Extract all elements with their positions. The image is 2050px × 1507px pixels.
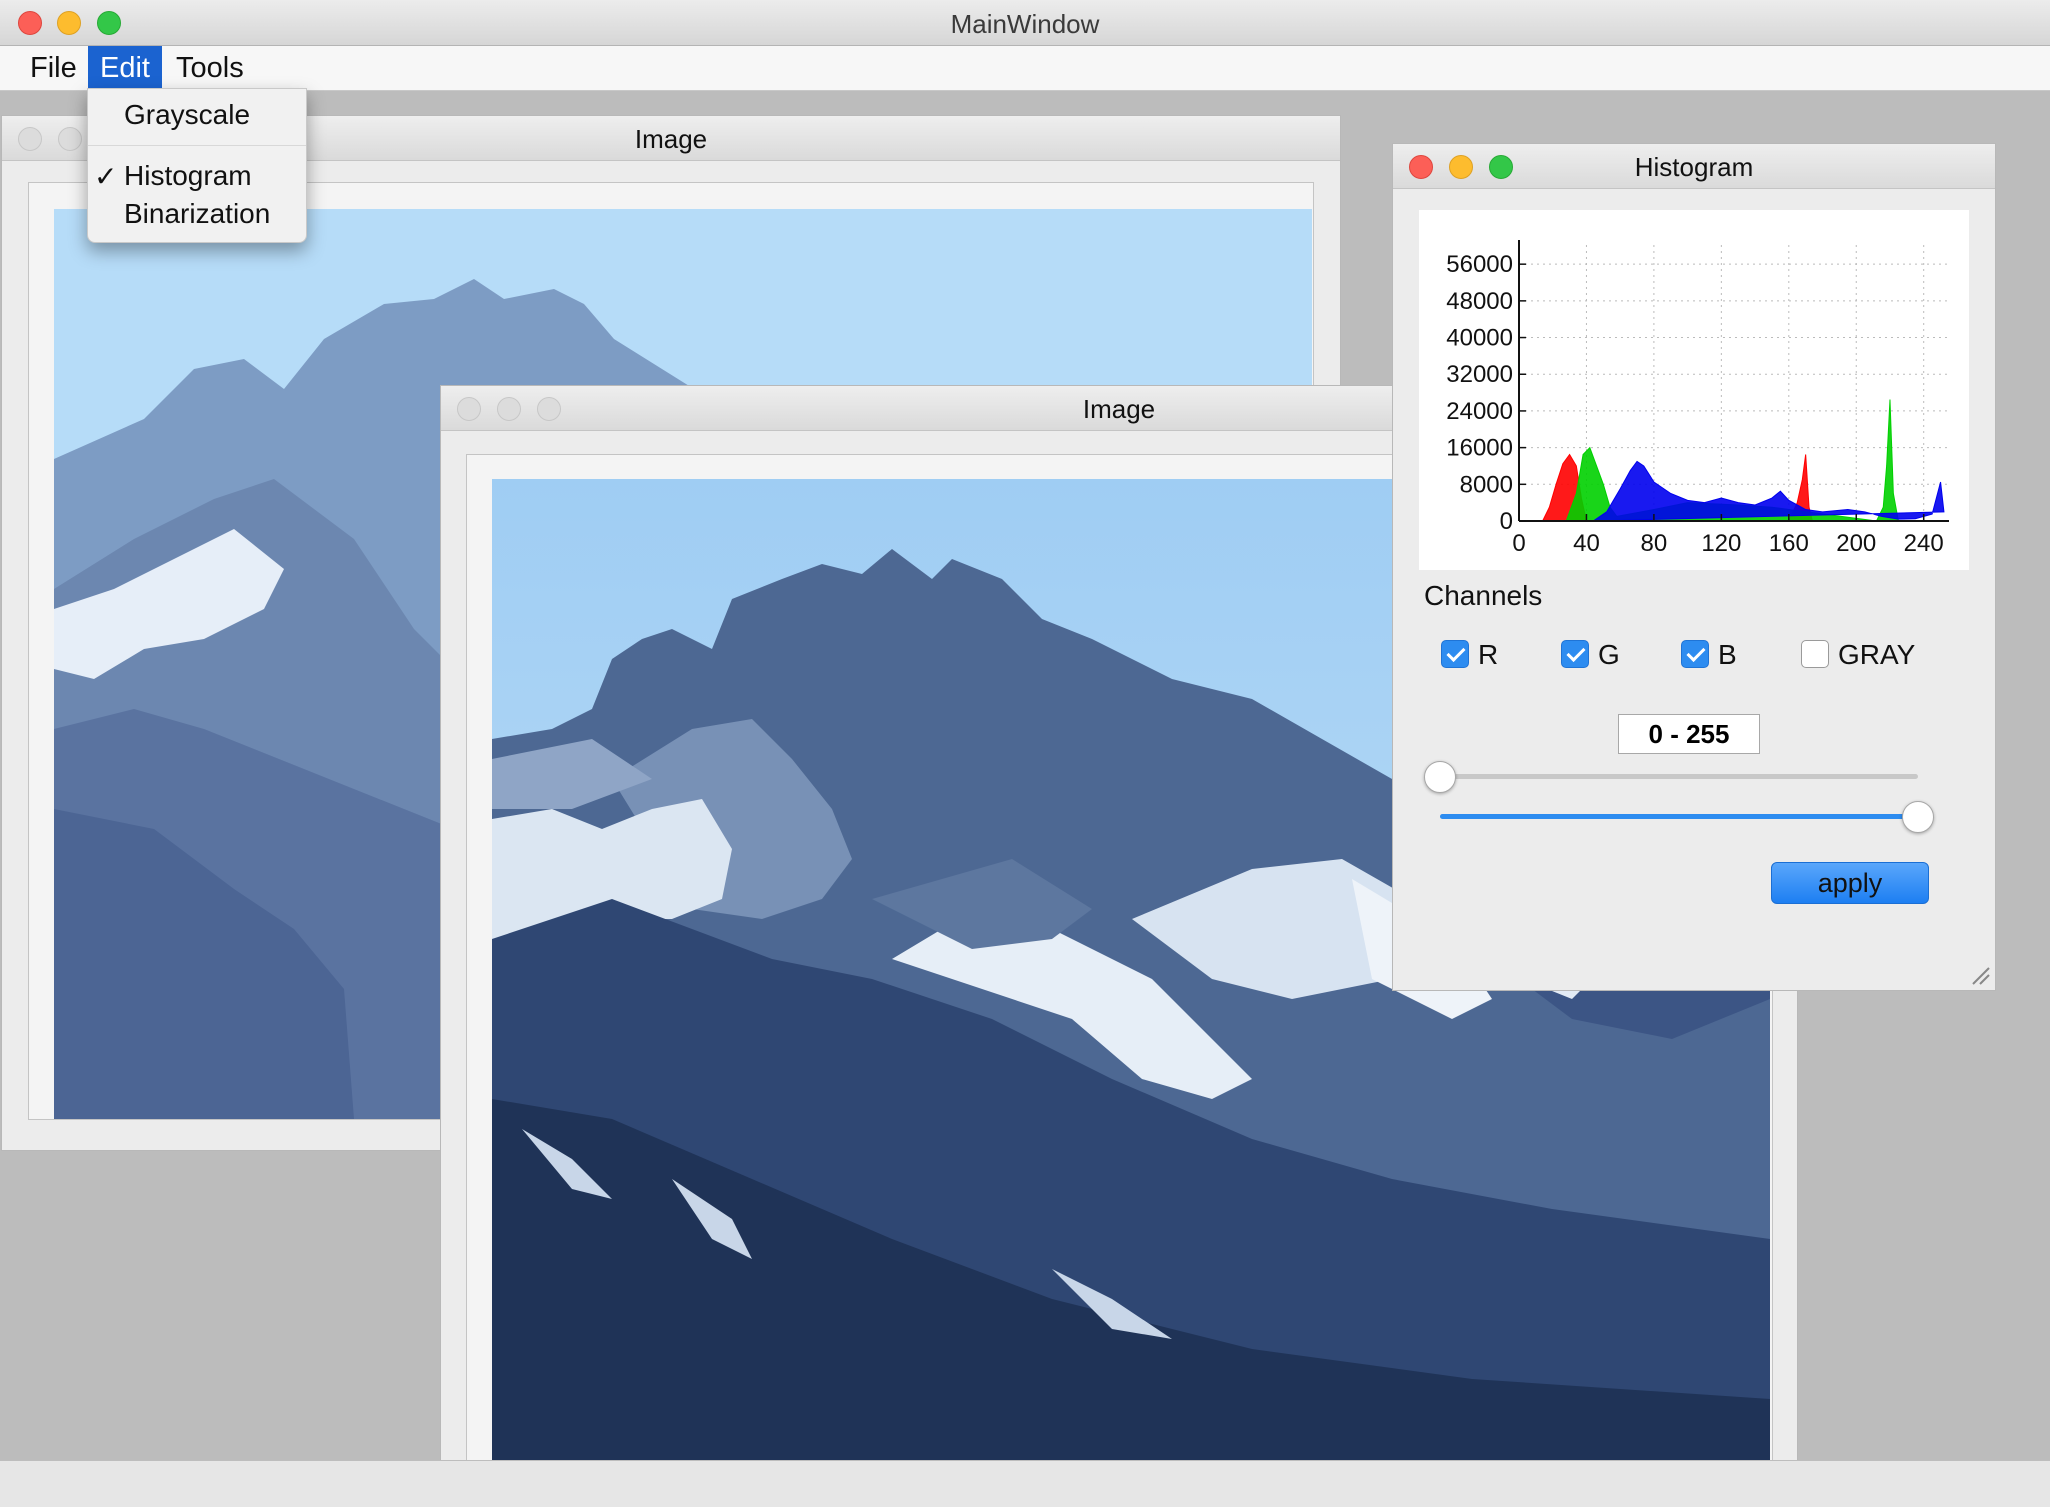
checkbox-g-label: G — [1598, 639, 1620, 670]
min-slider-handle[interactable] — [1424, 761, 1456, 793]
y-tick-label: 40000 — [1446, 325, 1513, 352]
max-slider-fill — [1440, 814, 1918, 819]
x-tick-label: 40 — [1573, 530, 1600, 557]
checkbox-r-label: R — [1478, 639, 1499, 670]
range-display: 0 - 255 — [1618, 714, 1760, 754]
resize-grip-icon[interactable] — [1969, 964, 1991, 986]
x-tick-label: 200 — [1836, 530, 1876, 557]
window-title: MainWindow — [950, 9, 1100, 39]
checkbox-b[interactable] — [1681, 640, 1709, 668]
x-tick-label: 120 — [1701, 530, 1741, 557]
menu-edit[interactable]: Edit — [88, 46, 162, 90]
channels-label: Channels — [1424, 580, 1543, 611]
checkbox-r[interactable] — [1441, 640, 1469, 668]
x-tick-label: 0 — [1512, 530, 1525, 557]
checkmark-icon: ✓ — [94, 161, 118, 192]
apply-button[interactable]: apply — [1771, 862, 1929, 904]
menu-file[interactable]: File — [18, 46, 89, 90]
x-tick-label: 80 — [1641, 530, 1668, 557]
checkbox-g[interactable] — [1561, 640, 1589, 668]
status-bar — [0, 1460, 2050, 1507]
checkbox-b-label: B — [1718, 639, 1737, 670]
checkbox-gray-label: GRAY — [1838, 639, 1916, 670]
menu-tools[interactable]: Tools — [164, 46, 256, 90]
x-tick-label: 240 — [1904, 530, 1944, 557]
histogram-window-title: Histogram — [1634, 152, 1754, 182]
y-tick-label: 24000 — [1446, 398, 1513, 425]
checkbox-gray[interactable] — [1801, 640, 1829, 668]
histogram-chart: 0 8000 16000 24000 32000 40000 48000 56000 0 40 80… — [1419, 210, 1969, 570]
menubar: File Edit Tools — [0, 46, 2050, 91]
max-slider-handle[interactable] — [1902, 801, 1934, 833]
histogram-plot: 0 8000 16000 24000 32000 40000 48000 56000 0 40 80… — [1446, 240, 1949, 557]
y-tick-label: 8000 — [1460, 471, 1513, 498]
main-titlebar: MainWindow — [0, 0, 2050, 46]
y-tick-label: 56000 — [1446, 251, 1513, 278]
menu-separator — [88, 145, 306, 146]
y-tick-label: 48000 — [1446, 288, 1513, 315]
menu-item-binarization[interactable]: Binarization — [124, 198, 270, 230]
y-tick-label: 0 — [1500, 508, 1513, 535]
y-tick-label: 16000 — [1446, 435, 1513, 462]
histogram-window-titlebar[interactable]: Histogram — [1393, 144, 1995, 189]
menu-item-histogram[interactable]: Histogram — [124, 160, 252, 192]
min-slider-track[interactable] — [1440, 774, 1918, 779]
y-tick-label: 32000 — [1446, 361, 1513, 388]
edit-dropdown-menu: Grayscale ✓ Histogram Binarization — [87, 88, 307, 243]
x-tick-label: 160 — [1769, 530, 1809, 557]
menu-item-grayscale[interactable]: Grayscale — [124, 99, 250, 131]
